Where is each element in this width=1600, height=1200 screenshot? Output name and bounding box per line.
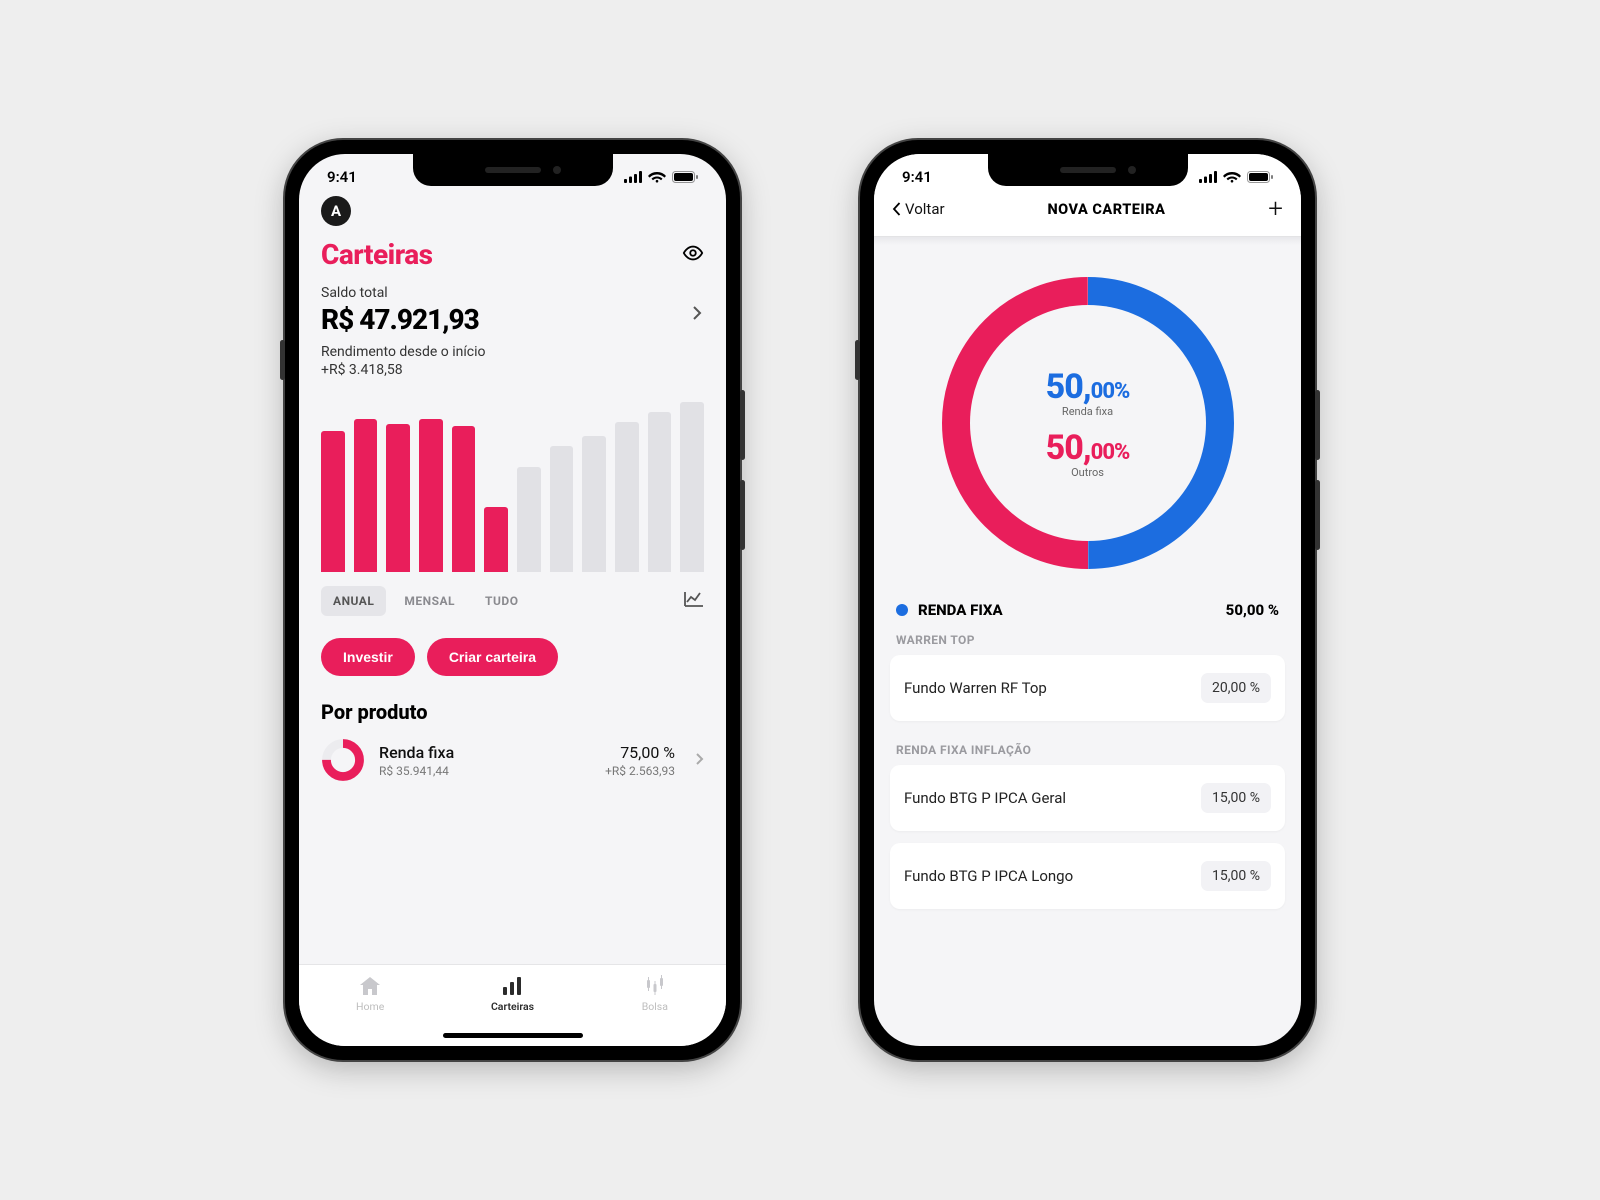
period-tab-anual[interactable]: ANUAL: [321, 586, 386, 616]
wifi-icon: [1223, 171, 1241, 183]
mini-donut-icon: [321, 738, 365, 782]
invest-button[interactable]: Investir: [321, 638, 415, 676]
phone-right: 9:41 Voltar NOVA CARTEIRA +: [860, 140, 1315, 1060]
donut-bot-label: Outros: [1071, 466, 1104, 479]
fund-pct[interactable]: 20,00 %: [1201, 673, 1271, 703]
tab-label: Home: [356, 1000, 384, 1013]
product-pct: 75,00 %: [605, 743, 675, 762]
battery-icon: [1247, 171, 1273, 183]
period-tab-mensal[interactable]: MENSAL: [392, 586, 467, 616]
wifi-icon: [648, 171, 666, 183]
since-value: +R$ 3.418,58: [321, 362, 704, 378]
category-name: RENDA FIXA: [918, 601, 1003, 619]
bar-chart: [299, 378, 726, 572]
bar: [321, 431, 345, 572]
legend-dot-icon: [896, 604, 908, 616]
tab-label: Carteiras: [491, 1000, 534, 1013]
bar: [452, 426, 476, 572]
status-time: 9:41: [902, 168, 932, 186]
product-name: Renda fixa: [379, 743, 591, 762]
bar: [419, 419, 443, 572]
add-button[interactable]: +: [1268, 194, 1283, 224]
donut-bot-int: 50,: [1046, 428, 1091, 468]
eye-icon[interactable]: [682, 242, 704, 268]
product-gain: +R$ 2.563,93: [605, 764, 675, 778]
period-tab-tudo[interactable]: TUDO: [473, 586, 530, 616]
page-title: Carteiras: [321, 238, 433, 271]
fund-card[interactable]: Fundo BTG P IPCA Longo 15,00 %: [890, 843, 1285, 909]
period-tabs: ANUALMENSALTUDO: [321, 586, 530, 616]
balance-label: Saldo total: [321, 285, 704, 301]
fund-pct[interactable]: 15,00 %: [1201, 783, 1271, 813]
tab-label: Bolsa: [642, 1000, 668, 1013]
fund-group-title: WARREN TOP: [874, 623, 1301, 655]
section-per-product: Por produto: [299, 676, 726, 728]
product-row[interactable]: Renda fixa R$ 35.941,44 75,00 % +R$ 2.56…: [299, 728, 726, 782]
tab-home[interactable]: Home: [299, 965, 441, 1046]
bottom-tab-bar: Home Carteiras Bolsa: [299, 964, 726, 1046]
phone-left: 9:41 A Carteiras: [285, 140, 740, 1060]
signal-icon: [1199, 171, 1217, 183]
signal-icon: [624, 171, 642, 183]
fund-name: Fundo Warren RF Top: [904, 679, 1047, 697]
bar: [680, 402, 704, 572]
bar: [517, 467, 541, 572]
bar: [386, 424, 410, 572]
donut-bot-dec: 00%: [1091, 440, 1130, 465]
tab-bolsa[interactable]: Bolsa: [584, 965, 726, 1046]
battery-icon: [672, 171, 698, 183]
back-label: Voltar: [905, 200, 945, 218]
fund-card[interactable]: Fundo Warren RF Top 20,00 %: [890, 655, 1285, 721]
bar: [550, 446, 574, 572]
fund-pct[interactable]: 15,00 %: [1201, 861, 1271, 891]
chevron-right-icon: [695, 751, 704, 770]
donut-top-dec: 00%: [1091, 379, 1130, 404]
bar: [582, 436, 606, 572]
bar: [615, 422, 639, 572]
back-button[interactable]: Voltar: [892, 200, 945, 218]
bar: [354, 419, 378, 572]
category-pct: 50,00 %: [1226, 601, 1279, 619]
fund-card[interactable]: Fundo BTG P IPCA Geral 15,00 %: [890, 765, 1285, 831]
product-value: R$ 35.941,44: [379, 764, 591, 778]
screen-nova-carteira: 9:41 Voltar NOVA CARTEIRA +: [874, 154, 1301, 1046]
since-label: Rendimento desde o início: [321, 344, 704, 360]
bar: [648, 412, 672, 572]
screen-carteiras: 9:41 A Carteiras: [299, 154, 726, 1046]
create-portfolio-button[interactable]: Criar carteira: [427, 638, 558, 676]
avatar[interactable]: A: [321, 196, 351, 226]
donut-top-label: Renda fixa: [1062, 405, 1113, 418]
bar: [484, 507, 508, 572]
screen-title: NOVA CARTEIRA: [1047, 201, 1165, 218]
donut-top-int: 50,: [1046, 367, 1091, 407]
fund-name: Fundo BTG P IPCA Longo: [904, 867, 1073, 885]
fund-group-title: RENDA FIXA INFLAÇÃO: [874, 733, 1301, 765]
home-indicator[interactable]: [443, 1033, 583, 1038]
balance-value: R$ 47.921,93: [321, 303, 704, 336]
chevron-right-icon[interactable]: [692, 305, 702, 325]
line-chart-icon[interactable]: [684, 591, 704, 611]
category-row[interactable]: RENDA FIXA 50,00 %: [874, 591, 1301, 623]
allocation-donut: 50,00% Renda fixa 50,00% Outros: [938, 273, 1238, 573]
status-time: 9:41: [327, 168, 357, 186]
fund-name: Fundo BTG P IPCA Geral: [904, 789, 1066, 807]
